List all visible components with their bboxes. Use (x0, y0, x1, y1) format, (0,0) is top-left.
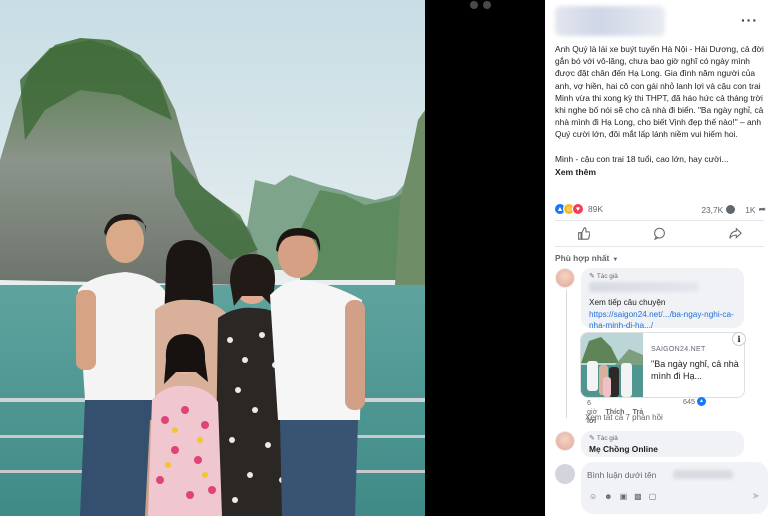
link-preview-card[interactable]: SAIGON24.NET "Ba ngày nghỉ, cả nhà mình … (580, 332, 745, 398)
engagement-stats: 23,7K 1K ➦ (701, 204, 766, 215)
commenter-name[interactable]: Mẹ Chồng Online (589, 444, 736, 454)
author-badge: ✎ Tác giả (589, 434, 618, 443)
comment-text: Xem tiếp câu chuyện (589, 298, 666, 307)
sticker-icon[interactable]: ▢ (649, 492, 657, 501)
gif-icon[interactable]: ▩ (634, 492, 642, 501)
preview-domain: SAIGON24.NET (651, 346, 706, 353)
comment-bubble: ✎ Tác giả Mẹ Chồng Online (581, 431, 744, 457)
comment-link[interactable]: https://saigon24.net/.../ba-ngay-nghi-ca… (589, 309, 736, 332)
thumbs-up-icon (577, 227, 590, 240)
emoji-icon[interactable]: ☻ (604, 492, 612, 501)
send-icon[interactable]: ➤ (752, 491, 760, 502)
page-name-blurred (673, 470, 733, 479)
comment-like-count[interactable]: 645 ▲ (683, 397, 706, 406)
comment-item: ✎ Tác giả Xem tiếp câu chuyện https://sai… (555, 268, 746, 425)
see-all-replies-link[interactable]: Xem tất cả 7 phản hồi (585, 413, 663, 422)
reaction-count: 89K (588, 204, 603, 215)
avatar (555, 464, 575, 484)
comment-count-icon (726, 205, 736, 215)
comment-button[interactable] (644, 227, 674, 241)
see-more-link[interactable]: Xem thêm (555, 166, 764, 178)
caption-paragraph: Anh Quý là lái xe buýt tuyến Hà Nội - Hả… (555, 44, 764, 140)
author-name-blurred[interactable] (555, 6, 665, 36)
family-ha-long-bay-photo (0, 0, 425, 516)
comment-composer: Bình luận dưới tên ☺ ☻ ▣ ▩ ▢ ➤ (555, 462, 768, 514)
reply-thread-line (566, 290, 567, 418)
more-options-icon[interactable]: ··· (741, 12, 758, 28)
reaction-bar: ▲ ☺ ♥ 89K 23,7K 1K ➦ (545, 202, 774, 220)
info-icon[interactable]: i (732, 332, 746, 346)
comment-bubble: ✎ Tác giả Xem tiếp câu chuyện https://sai… (581, 268, 744, 330)
comment-icon (654, 227, 665, 241)
post-caption: Anh Quý là lái xe buýt tuyến Hà Nội - Hả… (545, 40, 774, 178)
comment-item: ✎ Tác giả Mẹ Chồng Online (555, 431, 744, 457)
commenter-name-blurred[interactable] (589, 282, 699, 292)
viewer-background (425, 0, 545, 516)
share-button[interactable] (721, 227, 751, 240)
like-button[interactable] (568, 227, 598, 240)
sort-label: Phù hợp nhất (555, 253, 610, 264)
preview-thumbnail (581, 333, 643, 397)
caption-paragraph: Minh - cậu con trai 18 tuổi, cao lớn, ha… (555, 153, 729, 164)
preview-title: "Ba ngày nghỉ, cả nhà mình đi Hạ... (651, 359, 739, 381)
love-reaction-icon: ♥ (572, 203, 584, 216)
avatar[interactable] (555, 268, 575, 288)
composer-tools: ☺ ☻ ▣ ▩ ▢ (589, 492, 656, 501)
camera-icon[interactable]: ▣ (620, 492, 628, 501)
post-photo[interactable] (0, 0, 425, 516)
share-count-icon: ➦ (758, 204, 766, 215)
comment-sort-dropdown[interactable]: Phù hợp nhất ▼ (545, 247, 774, 267)
author-badge: ✎ Tác giả (589, 272, 618, 281)
comment-input-placeholder: Bình luận dưới tên (587, 470, 657, 480)
comment-input[interactable]: Bình luận dưới tên ☺ ☻ ▣ ▩ ▢ ➤ (581, 462, 768, 514)
like-icon: ▲ (697, 397, 706, 406)
post-header: ··· (545, 0, 774, 40)
avatar[interactable] (555, 431, 575, 451)
chevron-down-icon: ▼ (612, 257, 619, 264)
share-count[interactable]: 1K (745, 205, 755, 215)
post-actions (545, 221, 774, 246)
comment-count[interactable]: 23,7K (701, 205, 723, 215)
avatar-sticker-icon[interactable]: ☺ (589, 492, 597, 501)
pen-icon: ✎ (589, 273, 595, 280)
carousel-dots (470, 0, 510, 9)
reaction-summary[interactable]: ▲ ☺ ♥ 89K (554, 203, 603, 216)
pen-icon: ✎ (589, 435, 595, 442)
share-arrow-icon (729, 227, 743, 239)
